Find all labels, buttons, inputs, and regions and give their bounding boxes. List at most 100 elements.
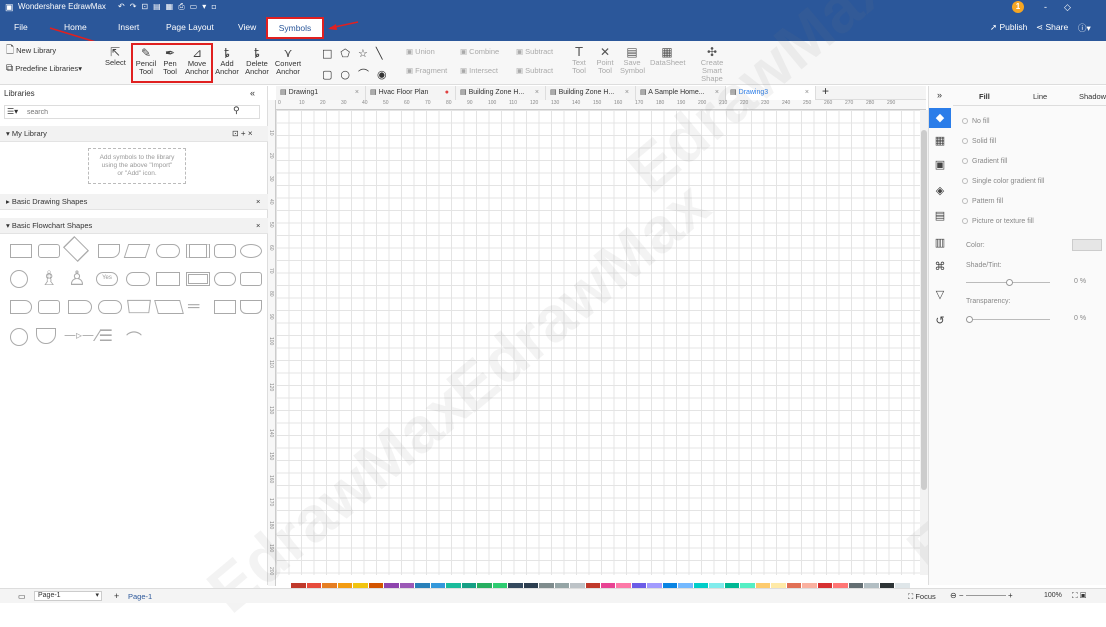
- shape-tools-row2[interactable]: ▢○⌒◉: [322, 66, 395, 82]
- page-view-icon[interactable]: ▭: [18, 592, 26, 601]
- close-tab-icon[interactable]: ×: [625, 86, 629, 100]
- manual-input-shape[interactable]: [240, 272, 262, 286]
- fill-option-solid[interactable]: Solid fill: [962, 138, 996, 145]
- fill-option-pattern[interactable]: Pattern fill: [962, 198, 1003, 205]
- tab-document[interactable]: ▤ Drawing3 ×: [726, 86, 816, 100]
- tab-document[interactable]: ▤ A Sample Home... ×: [636, 86, 726, 100]
- tab-document[interactable]: ▤ Building Zone H... ×: [456, 86, 546, 100]
- trapezoid-shape[interactable]: [127, 299, 151, 314]
- ellipse-shape[interactable]: [240, 244, 262, 258]
- fill-option-none[interactable]: No fill: [962, 118, 990, 125]
- connector-icon[interactable]: ⌘: [931, 258, 949, 276]
- frame-shape[interactable]: [186, 272, 210, 286]
- close-tab-icon[interactable]: ×: [715, 86, 719, 100]
- predefined-process-shape[interactable]: [186, 244, 210, 258]
- basic-drawing-header[interactable]: ▸ Basic Drawing Shapes ×: [0, 194, 268, 210]
- library-menu-icon[interactable]: ☰▾: [7, 107, 18, 116]
- page-select[interactable]: Page-1 ▾: [34, 591, 102, 601]
- presentation-icon[interactable]: ▽: [931, 286, 949, 304]
- focus-button[interactable]: ⛶ Focus: [908, 592, 936, 602]
- tray-shape[interactable]: [240, 300, 262, 314]
- transparency-value[interactable]: 0 %: [1074, 315, 1086, 322]
- tab-document[interactable]: ▤ Hvac Floor Plan ●: [366, 86, 456, 100]
- card-shape[interactable]: [38, 300, 60, 314]
- connector-shape[interactable]: [10, 328, 28, 346]
- arc-shape[interactable]: ⌒: [126, 326, 142, 350]
- tab-shadow[interactable]: Shadow: [1079, 92, 1106, 101]
- select-button[interactable]: ⇱ Select: [105, 45, 126, 67]
- process-shape[interactable]: [10, 244, 32, 258]
- arrow-line-shape[interactable]: —▹—: [64, 328, 94, 342]
- pen-tool-button[interactable]: ✒ Pen Tool: [158, 46, 182, 76]
- union-button[interactable]: ▣ Union: [406, 48, 435, 56]
- shade-slider[interactable]: [966, 279, 1050, 286]
- tab-document[interactable]: ▤ Drawing1 ×: [276, 86, 366, 100]
- fit-page-icon[interactable]: ⛶ ▣: [1072, 591, 1086, 601]
- new-tab-button[interactable]: +: [822, 84, 829, 98]
- pencil-tool-button[interactable]: ✎ Pencil Tool: [134, 46, 158, 76]
- stored-data-shape[interactable]: [214, 244, 236, 258]
- basic-flowchart-header[interactable]: ▾ Basic Flowchart Shapes ×: [0, 218, 268, 234]
- grid-icon[interactable]: ▦: [931, 132, 949, 150]
- move-anchor-button[interactable]: ⊿ Move Anchor: [184, 46, 210, 76]
- delete-anchor-button[interactable]: ȶ Delete Anchor: [244, 46, 270, 76]
- predefine-libraries-button[interactable]: ⧉ Predefine Libraries▾: [6, 64, 82, 74]
- combine-button[interactable]: ▣ Combine: [460, 48, 499, 56]
- zoom-slider[interactable]: [965, 595, 1006, 597]
- search-icon[interactable]: ⚲: [233, 106, 240, 116]
- create-smart-shape-button[interactable]: ✣ Create Smart Shape: [690, 45, 734, 83]
- shade-slider-handle[interactable]: [1006, 279, 1013, 286]
- transparency-slider-handle[interactable]: [966, 316, 973, 323]
- actor-shape[interactable]: ♗: [40, 266, 58, 290]
- page-tab[interactable]: Page-1: [128, 592, 152, 601]
- add-page-button[interactable]: +: [114, 591, 119, 601]
- text-tool-button[interactable]: T Text Tool: [568, 45, 590, 75]
- expand-panel-icon[interactable]: »: [937, 90, 942, 100]
- zoom-out-icon[interactable]: ⊖ − +: [950, 591, 1013, 600]
- display-shape[interactable]: [68, 300, 92, 314]
- close-tab-icon[interactable]: ×: [805, 86, 809, 100]
- point-tool-button[interactable]: ✕ Point Tool: [594, 45, 616, 75]
- tab-document[interactable]: ▤ Building Zone H... ×: [546, 86, 636, 100]
- search-input[interactable]: [27, 107, 217, 117]
- alt-process-shape[interactable]: [38, 244, 60, 258]
- close-section-icon[interactable]: ×: [256, 194, 260, 210]
- transparency-slider[interactable]: [966, 316, 1050, 323]
- database-shape[interactable]: [126, 272, 150, 286]
- collapse-panel-icon[interactable]: «: [250, 88, 255, 98]
- offpage-shape[interactable]: [36, 328, 56, 344]
- hexagon-shape[interactable]: [154, 300, 184, 314]
- annotation-shape[interactable]: ⁄☰: [96, 326, 113, 345]
- drawing-canvas[interactable]: [276, 110, 920, 575]
- history-icon[interactable]: ↺: [931, 312, 949, 330]
- color-picker[interactable]: [1072, 239, 1102, 251]
- my-library-header[interactable]: ▾ My Library ⊡ + ×: [0, 126, 268, 142]
- tab-fill[interactable]: Fill: [979, 92, 990, 101]
- tab-line[interactable]: Line: [1033, 92, 1047, 101]
- box-shape[interactable]: [214, 300, 236, 314]
- save-symbol-button[interactable]: ▤ Save Symbol: [620, 45, 645, 75]
- delay-shape[interactable]: [10, 300, 32, 314]
- shade-value[interactable]: 0 %: [1074, 278, 1086, 285]
- add-anchor-button[interactable]: ȶ Add Anchor: [214, 46, 240, 76]
- page-icon[interactable]: ▤: [931, 207, 949, 225]
- subtract-button[interactable]: ▣ Subtract: [516, 48, 553, 56]
- subtract2-button[interactable]: ▣ Subtract: [516, 67, 553, 75]
- vertical-scrollbar[interactable]: [920, 110, 928, 575]
- datasheet-button[interactable]: ▦ DataSheet: [650, 45, 685, 67]
- unsaved-dot-icon[interactable]: ●: [445, 86, 449, 100]
- capsule-shape[interactable]: [98, 300, 122, 314]
- terminator-shape[interactable]: [156, 244, 180, 258]
- fill-option-single-gradient[interactable]: Single color gradient fill: [962, 178, 1044, 185]
- library-actions-icon[interactable]: ⊡ + ×: [232, 126, 253, 142]
- user-shape[interactable]: ♙: [68, 266, 86, 290]
- fill-option-picture[interactable]: Picture or texture fill: [962, 218, 1034, 225]
- rect-shape[interactable]: [156, 272, 180, 286]
- circle-shape[interactable]: [10, 270, 28, 288]
- equal-shape[interactable]: ═: [188, 299, 199, 315]
- decision-shape[interactable]: [62, 235, 90, 263]
- close-tab-icon[interactable]: ×: [535, 86, 539, 100]
- scroll-thumb[interactable]: [921, 130, 927, 490]
- document-shape[interactable]: [98, 244, 120, 258]
- intersect-button[interactable]: ▣ Intersect: [460, 67, 498, 75]
